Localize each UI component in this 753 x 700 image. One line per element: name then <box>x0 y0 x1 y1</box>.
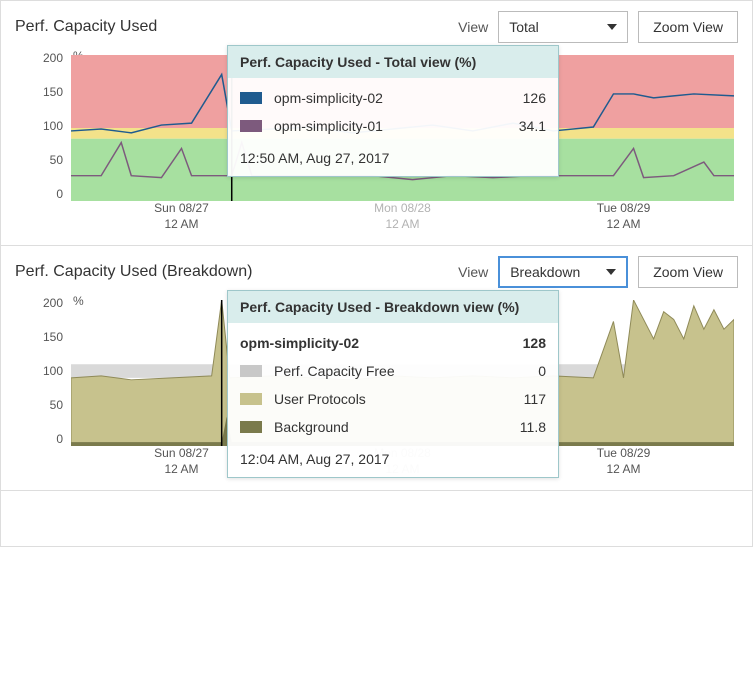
tooltip-node-value: 128 <box>506 335 546 351</box>
tooltip-row: Perf. Capacity Free 0 <box>240 357 546 385</box>
tooltip-row: Background 11.8 <box>240 413 546 441</box>
series-swatch-icon <box>240 365 262 377</box>
zoom-view-button[interactable]: Zoom View <box>638 11 738 43</box>
series-label: Perf. Capacity Free <box>274 363 494 379</box>
y-axis: 200 150 100 50 0 <box>15 51 69 201</box>
view-label: View <box>458 264 488 280</box>
panel-controls: View Breakdown Zoom View <box>458 256 738 288</box>
y-axis: 200 150 100 50 0 <box>15 296 69 446</box>
view-select[interactable]: Total <box>498 11 628 43</box>
series-swatch-icon <box>240 92 262 104</box>
panel-header: Perf. Capacity Used (Breakdown) View Bre… <box>15 256 738 288</box>
tooltip-timestamp: 12:04 AM, Aug 27, 2017 <box>240 441 546 467</box>
tooltip-row: User Protocols 117 <box>240 385 546 413</box>
series-value: 34.1 <box>506 118 546 134</box>
series-label: opm-simplicity-02 <box>274 90 494 106</box>
chart-tooltip: Perf. Capacity Used - Breakdown view (%)… <box>227 290 559 478</box>
panel-empty <box>0 491 753 547</box>
series-swatch-icon <box>240 120 262 132</box>
tooltip-body: opm-simplicity-02 126 opm-simplicity-01 … <box>228 78 558 176</box>
panel-breakdown: Perf. Capacity Used (Breakdown) View Bre… <box>0 246 753 491</box>
tooltip-timestamp: 12:50 AM, Aug 27, 2017 <box>240 140 546 166</box>
chart-total[interactable]: % 200 150 100 50 0 Sun 08/ <box>15 51 738 241</box>
x-tick: Tue 08/29 12 AM <box>513 201 734 241</box>
series-value: 11.8 <box>506 419 546 435</box>
chart-tooltip: Perf. Capacity Used - Total view (%) opm… <box>227 45 559 177</box>
tooltip-body: opm-simplicity-02 128 Perf. Capacity Fre… <box>228 323 558 477</box>
view-select-value: Breakdown <box>510 264 580 280</box>
view-select[interactable]: Breakdown <box>498 256 628 288</box>
chart-breakdown[interactable]: % 200 150 100 50 0 Sun 08/27 12 AM <box>15 296 738 486</box>
chevron-down-icon <box>606 269 616 275</box>
series-value: 117 <box>506 391 546 407</box>
series-label: User Protocols <box>274 391 494 407</box>
panel-controls: View Total Zoom View <box>458 11 738 43</box>
tooltip-node-row: opm-simplicity-02 128 <box>240 329 546 357</box>
tooltip-row: opm-simplicity-01 34.1 <box>240 112 546 140</box>
series-label: opm-simplicity-01 <box>274 118 494 134</box>
view-select-value: Total <box>509 19 539 35</box>
panel-title: Perf. Capacity Used <box>15 18 157 36</box>
series-value: 0 <box>506 363 546 379</box>
x-tick: Mon 08/28 12 AM <box>292 201 513 241</box>
x-axis: Sun 08/27 12 AM Mon 08/28 12 AM Tue 08/2… <box>71 201 734 241</box>
tooltip-node-label: opm-simplicity-02 <box>240 335 494 351</box>
panel-title: Perf. Capacity Used (Breakdown) <box>15 263 252 281</box>
series-label: Background <box>274 419 494 435</box>
chevron-down-icon <box>607 24 617 30</box>
series-swatch-icon <box>240 421 262 433</box>
panel-header: Perf. Capacity Used View Total Zoom View <box>15 11 738 43</box>
series-value: 126 <box>506 90 546 106</box>
zoom-view-button[interactable]: Zoom View <box>638 256 738 288</box>
tooltip-row: opm-simplicity-02 126 <box>240 84 546 112</box>
panel-total: Perf. Capacity Used View Total Zoom View… <box>0 0 753 246</box>
tooltip-title: Perf. Capacity Used - Breakdown view (%) <box>228 291 558 323</box>
view-label: View <box>458 19 488 35</box>
tooltip-title: Perf. Capacity Used - Total view (%) <box>228 46 558 78</box>
series-swatch-icon <box>240 393 262 405</box>
x-tick: Sun 08/27 12 AM <box>71 201 292 241</box>
